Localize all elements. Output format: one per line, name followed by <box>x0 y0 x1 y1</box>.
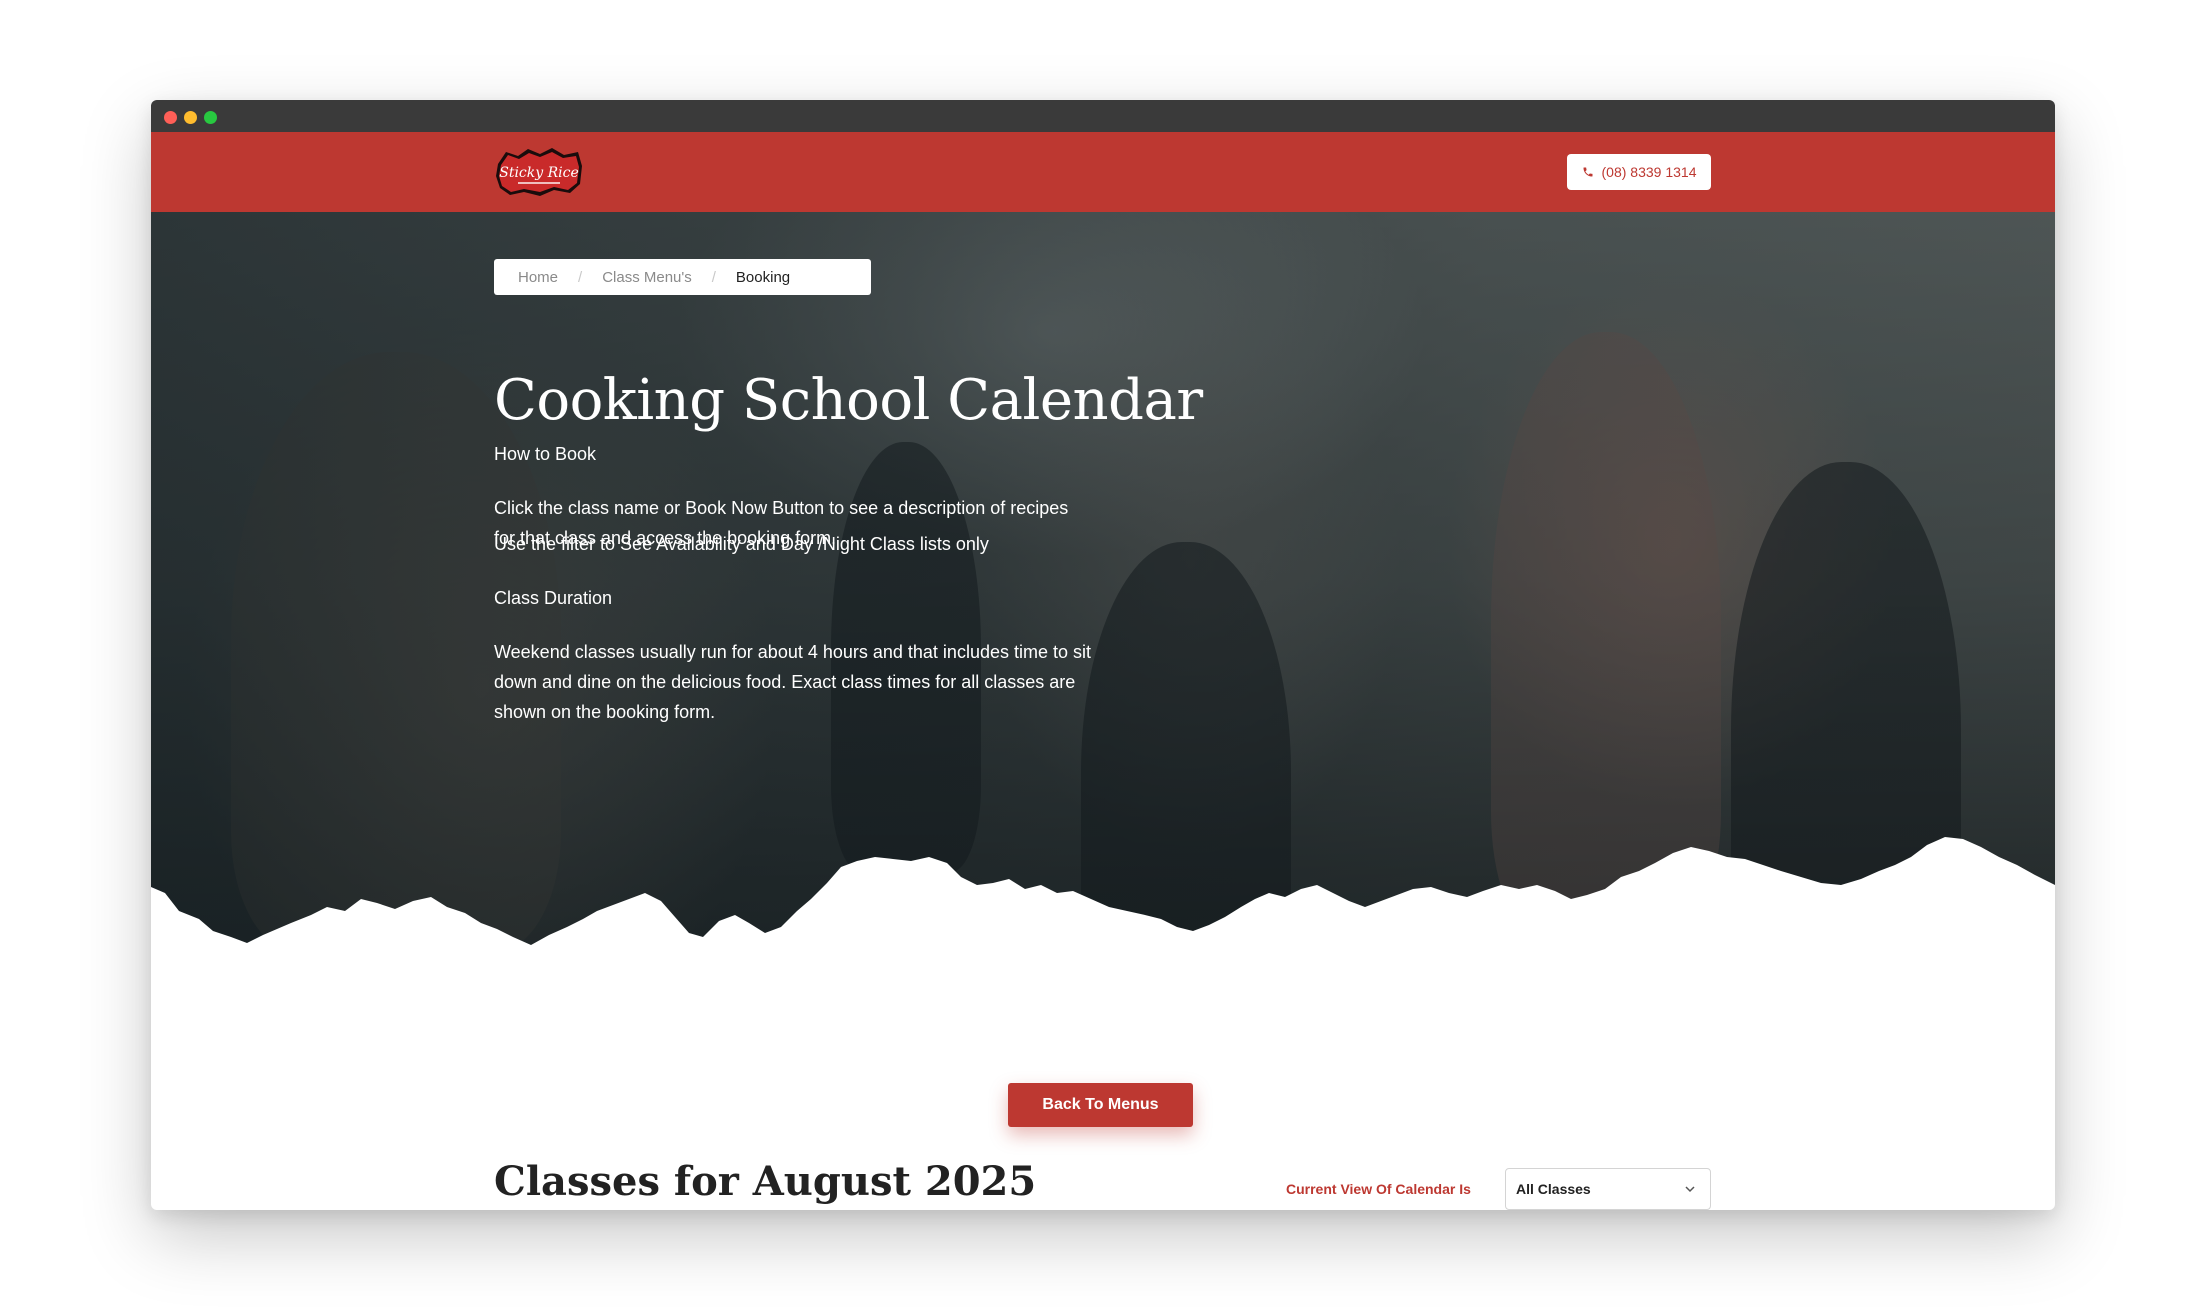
page-title: Cooking School Calendar <box>494 368 1203 433</box>
browser-window: Sticky Rice (08) 8339 1314 Home / Class … <box>151 100 2055 1210</box>
calendar-view-select[interactable]: All Classes <box>1505 1168 1711 1210</box>
class-duration-text: Weekend classes usually run for about 4 … <box>494 642 1091 722</box>
chevron-down-icon <box>1685 1186 1695 1193</box>
maximize-window-button[interactable] <box>204 111 217 124</box>
calendar-view-label: Current View Of Calendar Is <box>1286 1181 1471 1197</box>
breadcrumb-separator: / <box>578 268 583 286</box>
back-to-menus-button[interactable]: Back To Menus <box>1008 1083 1193 1127</box>
classes-month-title: Classes for August 2025 <box>494 1158 1037 1205</box>
breadcrumb-home[interactable]: Home <box>518 269 558 286</box>
phone-number: (08) 8339 1314 <box>1601 164 1697 180</box>
svg-text:Sticky Rice: Sticky Rice <box>499 165 579 181</box>
site-header: Sticky Rice (08) 8339 1314 <box>151 132 2055 212</box>
sticky-rice-logo[interactable]: Sticky Rice <box>494 146 584 198</box>
minimize-window-button[interactable] <box>184 111 197 124</box>
breadcrumb-separator: / <box>711 268 716 286</box>
window-titlebar <box>151 100 2055 132</box>
calendar-view-value: All Classes <box>1516 1181 1591 1197</box>
torn-edge-divider <box>151 837 2055 1027</box>
phone-button[interactable]: (08) 8339 1314 <box>1567 154 1711 190</box>
filter-instructions: Use the filter to See Availability and D… <box>494 534 989 554</box>
breadcrumb-class-menus[interactable]: Class Menu's <box>602 269 692 286</box>
hero-section: Home / Class Menu's / Booking Cooking Sc… <box>151 212 2055 1027</box>
class-duration-heading: Class Duration <box>494 588 613 608</box>
breadcrumb-current: Booking <box>735 268 791 286</box>
how-to-book-heading: How to Book <box>494 444 597 464</box>
breadcrumb: Home / Class Menu's / Booking <box>494 259 871 295</box>
close-window-button[interactable] <box>164 111 177 124</box>
phone-icon <box>1583 167 1593 177</box>
